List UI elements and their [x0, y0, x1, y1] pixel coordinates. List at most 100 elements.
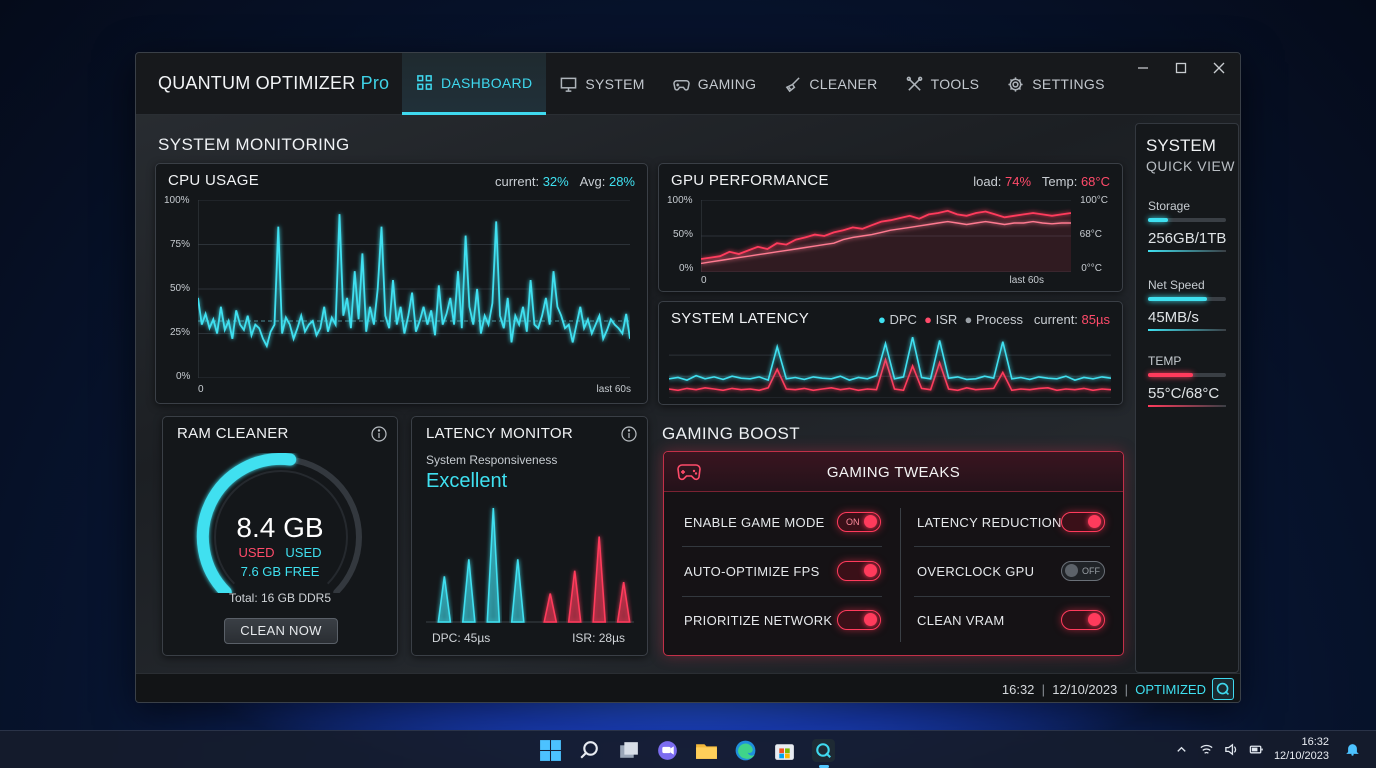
latmon-info-button[interactable] [621, 426, 637, 442]
tweak-overclock-gpu-label: OVERCLOCK GPU [917, 564, 1035, 579]
store-button[interactable] [772, 738, 797, 763]
task-view-button[interactable] [616, 738, 641, 763]
auto-fps-toggle[interactable] [837, 561, 881, 581]
windows-icon [540, 740, 561, 761]
cpu-usage-line [198, 214, 630, 349]
cpu-y-tick: 75% [170, 239, 191, 250]
gpu-y-tick: 100% [667, 195, 693, 206]
minimize-button[interactable] [1136, 61, 1152, 77]
battery-icon[interactable] [1249, 742, 1264, 757]
toggle-state-text: ON [846, 517, 860, 527]
storage-bar-fill [1148, 218, 1168, 222]
status-time: 16:32 [1001, 682, 1035, 697]
edge-icon [735, 740, 756, 761]
gpu-y2-tick: 68°C [1079, 229, 1102, 240]
toggle-knob [864, 564, 877, 577]
latency-current-label: current: [1033, 312, 1078, 327]
tab-system[interactable]: SYSTEM [546, 53, 658, 115]
taskbar-search-button[interactable] [577, 738, 602, 763]
tab-gaming-label: GAMING [697, 76, 757, 92]
tab-cleaner[interactable]: CLEANER [770, 53, 891, 115]
window-controls [1136, 61, 1228, 77]
latmon-title: LATENCY MONITOR [426, 425, 574, 442]
tab-gaming[interactable]: GAMING [659, 53, 771, 115]
isr-peak [543, 593, 558, 623]
taskbar-clock[interactable]: 16:32 12/10/2023 [1274, 735, 1329, 763]
wifi-icon[interactable] [1199, 742, 1214, 757]
chat-button[interactable] [655, 738, 680, 763]
legend-dot-isr: ● [924, 312, 933, 327]
latency-title: SYSTEM LATENCY [671, 310, 810, 327]
store-icon [775, 744, 794, 760]
file-explorer-button[interactable] [694, 738, 719, 763]
legend-process: Process [976, 312, 1023, 327]
tweaks-row-divider [914, 546, 1110, 547]
cpu-y-tick: 50% [170, 283, 191, 294]
taskbar: 16:32 12/10/2023 [0, 730, 1376, 768]
ram-title: RAM CLEANER [177, 425, 289, 442]
net-speed-underline [1148, 329, 1226, 331]
net-speed-label: Net Speed [1148, 278, 1205, 292]
quick-view-panel: SYSTEM QUICK VIEW Storage 256GB/1TB Net … [1135, 123, 1239, 673]
gpu-chart [701, 200, 1071, 272]
search-icon [580, 741, 598, 759]
status-text: 16:32 | 12/10/2023 | OPTIMIZED [1002, 682, 1206, 697]
tweak-game-mode-label: ENABLE GAME MODE [684, 515, 825, 530]
folder-icon [696, 744, 717, 759]
cpu-x-end: last 60s [596, 384, 631, 395]
prioritize-network-toggle[interactable] [837, 610, 881, 630]
info-icon [371, 426, 387, 442]
tab-tools[interactable]: TOOLS [892, 53, 994, 115]
dpc-peak [437, 576, 452, 623]
close-icon [1213, 62, 1225, 74]
maximize-button[interactable] [1174, 61, 1190, 77]
cpu-avg-value: 28% [608, 174, 635, 189]
volume-icon[interactable] [1224, 742, 1239, 757]
app-logo-icon[interactable] [1212, 678, 1234, 700]
taskbar-time: 16:32 [1301, 736, 1329, 748]
cpu-x-start: 0 [198, 384, 204, 395]
ram-panel: RAM CLEANER 8.4 GB USED USED 7.6 GB FREE… [162, 416, 398, 656]
gpu-temp-label: Temp: [1041, 174, 1078, 189]
overclock-gpu-toggle[interactable]: OFF [1061, 561, 1105, 581]
q-logo-icon [812, 739, 835, 762]
storage-label: Storage [1148, 199, 1191, 213]
quantum-optimizer-taskbar-button[interactable] [811, 738, 836, 768]
start-button[interactable] [538, 738, 563, 763]
tab-dashboard-label: DASHBOARD [441, 74, 533, 91]
ram-info-button[interactable] [371, 426, 387, 442]
game-mode-toggle[interactable]: ON [837, 512, 881, 532]
ram-value: 8.4 GB [236, 512, 324, 543]
close-button[interactable] [1212, 61, 1228, 77]
clean-now-button[interactable]: CLEAN NOW [224, 618, 338, 644]
legend-dot-dpc: ● [877, 312, 886, 327]
edge-button[interactable] [733, 738, 758, 763]
app-title-main: QUANTUM OPTIMIZER [158, 73, 356, 93]
dpc-peak [510, 559, 525, 623]
notification-bell-icon[interactable] [1345, 742, 1360, 757]
q-logo-icon [1216, 682, 1230, 696]
chevron-up-icon[interactable] [1174, 742, 1189, 757]
section-title-monitoring: SYSTEM MONITORING [158, 135, 350, 154]
status-state: OPTIMIZED [1135, 682, 1206, 697]
tools-icon [906, 76, 922, 91]
title-bar: QUANTUM OPTIMIZER Pro DASHBOARD SYSTEM G… [136, 53, 1240, 115]
tab-dashboard[interactable]: DASHBOARD [402, 53, 547, 115]
clean-vram-toggle[interactable] [1061, 610, 1105, 630]
gpu-panel: GPU PERFORMANCE load: 74% Temp: 68°C 100… [658, 163, 1123, 292]
tab-settings[interactable]: SETTINGS [993, 53, 1118, 115]
main-nav: DASHBOARD SYSTEM GAMING CLEANER TOOLS SE… [402, 53, 1119, 115]
latency-current-value: 85µs [1081, 312, 1110, 327]
taskbar-date: 12/10/2023 [1273, 750, 1329, 762]
toggle-knob [864, 515, 877, 528]
tweaks-row-divider [682, 546, 882, 547]
cpu-y-tick: 100% [164, 195, 190, 206]
cpu-y-tick: 25% [170, 327, 191, 338]
app-title-suffix: Pro [360, 73, 390, 93]
gaming-tweaks-header: GAMING TWEAKS [664, 452, 1123, 492]
minimize-icon [1138, 67, 1148, 69]
system-tray: 16:32 12/10/2023 [1174, 735, 1360, 763]
latency-reduction-toggle[interactable] [1061, 512, 1105, 532]
isr-peak [592, 536, 607, 623]
storage-underline [1148, 250, 1226, 252]
